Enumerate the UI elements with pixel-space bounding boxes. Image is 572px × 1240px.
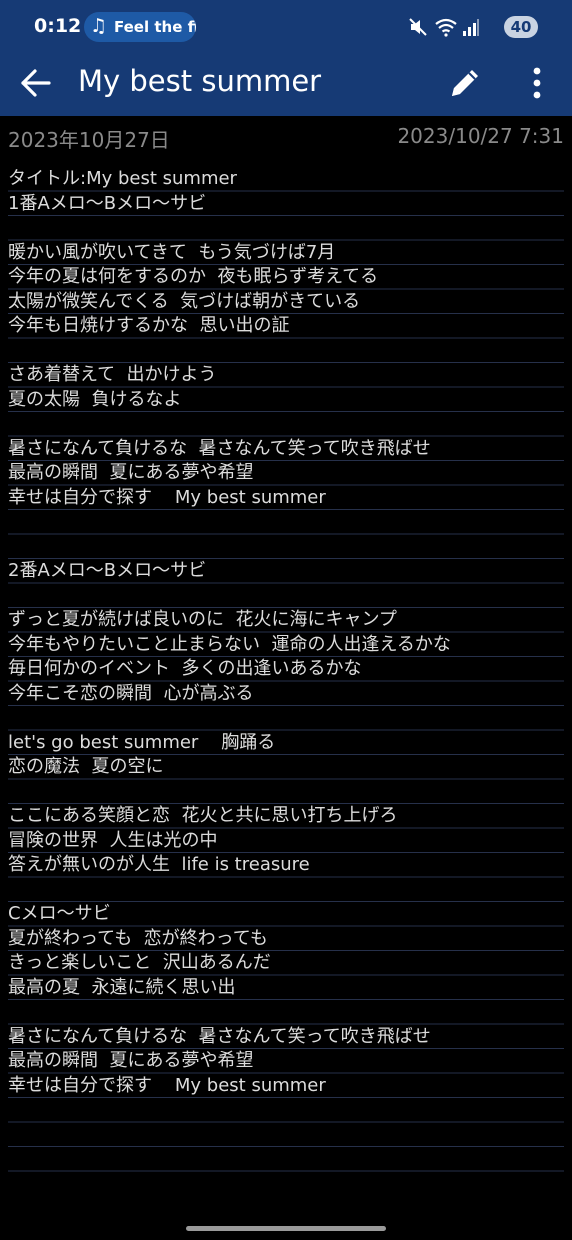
note-view[interactable]: 2023年10月27日 2023/10/27 7:31 タイトル:My best… xyxy=(0,116,572,1240)
more-options-button[interactable] xyxy=(520,62,554,104)
battery-indicator: 40 xyxy=(504,16,538,38)
note-line: 太陽が微笑んでくる 気づけば朝がきている xyxy=(8,290,361,312)
note-line: きっと楽しいこと 沢山あるんだ xyxy=(8,952,271,973)
note-line: 答えが無いのが人生 life is treasure xyxy=(8,854,310,875)
note-line: 最高の夏 永遠に続く思い出 xyxy=(8,976,236,998)
note-line xyxy=(8,216,564,241)
note-line: 夏が終わっても 恋が終わっても xyxy=(8,927,268,949)
note-line xyxy=(8,780,564,805)
note-line: 恋の魔法 夏の空に xyxy=(8,756,164,777)
top-bar: 0:12 ♫ Feel the fi 40 My best summer xyxy=(0,0,572,116)
note-line: ずっと夏が続けば良いのに 花火に海にキャンプ xyxy=(8,609,397,630)
media-title: Feel the fi xyxy=(114,18,196,36)
note-line: 暑さになんて負けるな 暑さなんて笑って吹き飛ばせ xyxy=(8,437,431,459)
app-bar: My best summer xyxy=(0,54,572,116)
status-icons: 40 xyxy=(408,14,538,40)
home-indicator[interactable] xyxy=(186,1226,386,1231)
note-line: 今年もやりたいこと止まらない 運命の人出逢えるかな xyxy=(8,633,451,655)
note-line: 毎日何かのイベント 多くの出逢いあるかな xyxy=(8,658,362,679)
note-body[interactable]: タイトル:My best summer 1番Aメロ〜Bメロ〜サビ暖かい風が吹いてき… xyxy=(8,167,564,1177)
note-line: さあ着替えて 出かけよう xyxy=(8,364,217,385)
modified-datetime: 2023/10/27 7:31 xyxy=(397,124,564,148)
music-note-icon: ♫ xyxy=(90,15,108,37)
note-line: 最高の瞬間 夏にある夢や希望 xyxy=(8,462,254,483)
note-line xyxy=(8,878,564,903)
mute-icon xyxy=(409,18,427,36)
signal-icon xyxy=(463,19,479,36)
note-line xyxy=(8,339,564,364)
edit-button[interactable] xyxy=(444,62,486,104)
status-bar: 0:12 ♫ Feel the fi 40 xyxy=(0,0,572,54)
note-line xyxy=(8,412,564,437)
note-line xyxy=(8,706,564,731)
note-line: 2番Aメロ〜Bメロ〜サビ xyxy=(8,560,207,581)
arrow-left-icon xyxy=(21,69,51,97)
note-line: 暖かい風が吹いてきて もう気づけば7月 xyxy=(8,241,336,263)
note-line: let's go best summer 胸踊る xyxy=(8,731,276,753)
note-line: ここにある笑顔と恋 花火と共に思い打ち上げろ xyxy=(8,805,398,826)
note-line: 最高の瞬間 夏にある夢や希望 xyxy=(8,1050,254,1071)
note-line: 夏の太陽 負けるなよ xyxy=(8,388,182,410)
more-vert-icon xyxy=(533,67,541,99)
note-line: 1番Aメロ〜Bメロ〜サビ xyxy=(8,192,207,214)
note-line: 今年も日焼けするかな 思い出の証 xyxy=(8,315,290,336)
note-line: 暑さになんて負けるな 暑さなんて笑って吹き飛ばせ xyxy=(8,1025,431,1047)
note-line xyxy=(8,535,564,560)
created-date: 2023年10月27日 xyxy=(8,128,170,152)
wifi-icon xyxy=(435,18,457,37)
note-title: My best summer xyxy=(78,64,322,98)
back-button[interactable] xyxy=(16,63,56,103)
note-line xyxy=(8,584,564,609)
pencil-icon xyxy=(452,70,478,96)
note-line xyxy=(8,1000,564,1025)
note-line xyxy=(8,510,564,535)
note-line: 今年こそ恋の瞬間 心が高ぶる xyxy=(8,682,254,704)
note-line: タイトル:My best summer xyxy=(8,168,237,189)
note-line: 今年の夏は何をするのか 夜も眠らず考えてる xyxy=(8,266,379,287)
note-line: 冒険の世界 人生は光の中 xyxy=(8,829,218,851)
note-line: 幸せは自分で探す My best summer xyxy=(8,486,326,508)
note-line: Cメロ〜サビ xyxy=(8,903,111,924)
media-playing-chip[interactable]: ♫ Feel the fi xyxy=(84,12,196,42)
note-line: 幸せは自分で探す My best summer xyxy=(8,1074,326,1096)
status-time: 0:12 xyxy=(34,15,82,37)
